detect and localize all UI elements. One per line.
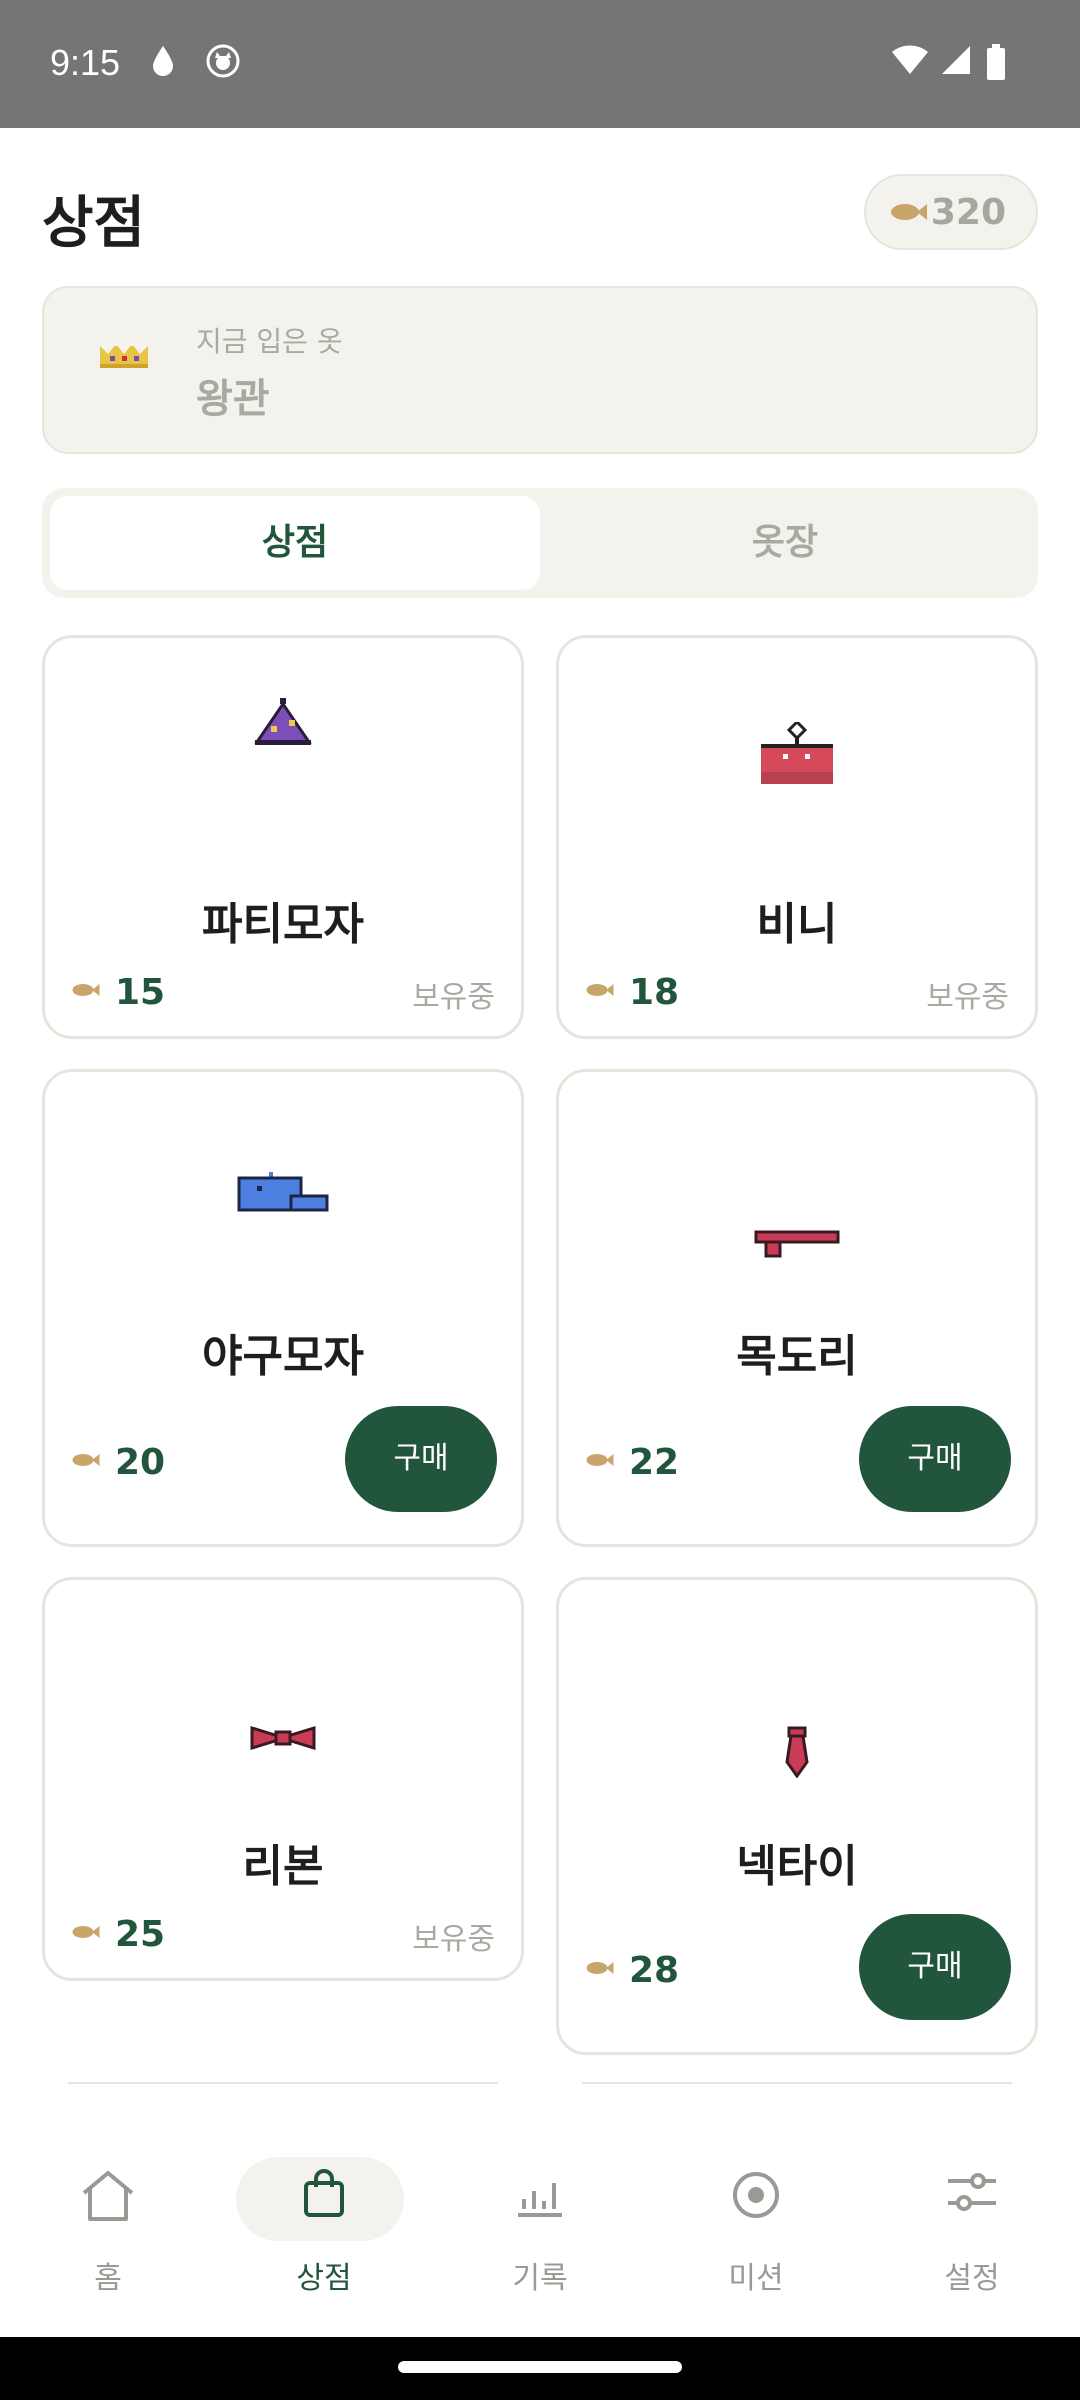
gesture-navigation-bar [0,2337,1080,2400]
item-card-scarf[interactable]: 목도리 22 구매 [556,1069,1038,1547]
item-name: 야구모자 [202,1331,364,1382]
baseball-cap-icon [237,1172,329,1212]
header: 상점 320 [0,128,1080,278]
buy-button[interactable]: 구매 [859,1914,1011,2020]
item-name: 리본 [242,1841,324,1892]
scarf-icon [754,1230,840,1258]
ribbon-icon [250,1725,316,1751]
fish-coin-icon [586,984,614,996]
owned-label: 보유중 [412,1922,495,1957]
buy-button[interactable]: 구매 [859,1406,1011,1512]
item-name: 목도리 [736,1331,858,1382]
battery-icon [987,44,1005,80]
status-bar: 9:15 [0,0,1080,128]
fish-coin-icon [891,204,927,220]
item-name: 넥타이 [736,1841,858,1892]
fish-coin-icon [586,1962,614,1974]
buy-button[interactable]: 구매 [345,1406,497,1512]
owned-label: 보유중 [412,980,495,1015]
beanie-icon [761,722,833,784]
chart-icon [518,2183,562,2217]
tab-closet[interactable]: 옷장 [540,496,1030,590]
nav-label: 미션 [728,2261,784,2296]
nav-shop[interactable]: 상점 [216,2125,432,2337]
nav-label: 설정 [944,2261,1000,2296]
fish-coin-icon [72,1454,100,1466]
item-card-necktie[interactable]: 넥타이 28 구매 [556,1577,1038,2055]
next-card-edge [68,2082,498,2084]
necktie-icon [785,1726,809,1778]
fish-coin-icon [72,984,100,996]
sliders-icon [948,2173,996,2211]
owned-label: 보유중 [926,980,1009,1015]
item-name: 파티모자 [202,899,364,950]
fish-coin-icon [586,1454,614,1466]
crown-icon [100,342,148,368]
home-icon [82,2171,134,2221]
fish-coin-icon [72,1926,100,1938]
tab-shop[interactable]: 상점 [50,496,540,590]
nav-label: 상점 [296,2261,352,2296]
home-gesture-handle[interactable] [398,2361,682,2373]
item-card-ribbon[interactable]: 리본 25 보유중 [42,1577,524,1981]
bottom-navigation: 홈 상점 기록 미션 설정 [0,2125,1080,2337]
nav-home[interactable]: 홈 [0,2125,216,2337]
water-drop-icon [153,46,173,76]
item-card-baseball-cap[interactable]: 야구모자 20 구매 [42,1069,524,1547]
next-card-edge [582,2082,1012,2084]
cell-signal-icon [942,46,970,74]
coin-count: 320 [930,192,1006,233]
current-outfit-label: 지금 입은 옷 [196,325,343,358]
item-card-beanie[interactable]: 비니 18 보유중 [556,635,1038,1039]
item-name: 비니 [756,899,838,950]
nav-records[interactable]: 기록 [432,2125,648,2337]
coin-balance: 320 [864,174,1038,250]
party-hat-icon [254,698,312,745]
nav-settings[interactable]: 설정 [864,2125,1080,2337]
current-outfit-name: 왕관 [196,376,270,422]
wifi-icon [892,45,928,74]
cat-app-icon [206,44,240,78]
page-title: 상점 [42,191,146,256]
nav-missions[interactable]: 미션 [648,2125,864,2337]
current-outfit-card: 지금 입은 옷 왕관 [42,286,1038,454]
segmented-tabs: 상점 옷장 [42,488,1038,598]
target-icon [733,2172,779,2218]
item-card-party-hat[interactable]: 파티모자 15 보유중 [42,635,524,1039]
nav-label: 홈 [94,2261,122,2296]
nav-label: 기록 [512,2261,568,2296]
shopping-bag-icon [304,2169,344,2217]
status-time: 9:15 [50,42,121,83]
